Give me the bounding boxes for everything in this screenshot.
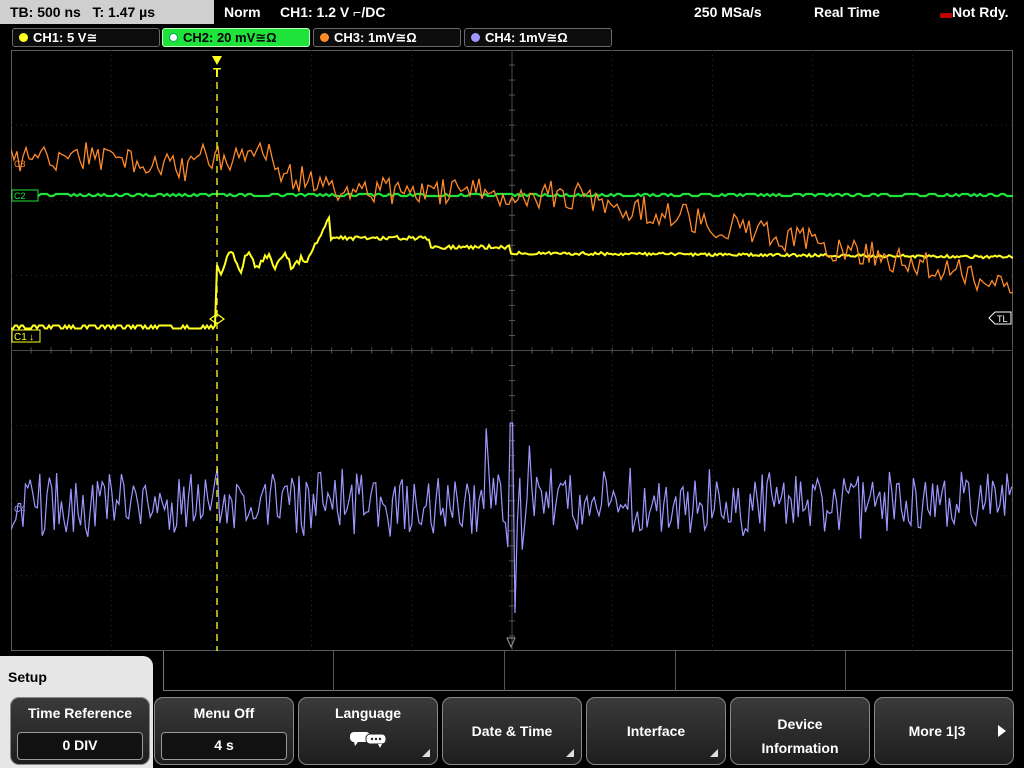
interface-label: Interface (626, 723, 686, 739)
ch2-color-dot (169, 33, 178, 43)
language-button[interactable]: Language (298, 697, 438, 765)
menu-off-label: Menu Off (193, 705, 255, 721)
acquisition-status: Not Rdy. (952, 4, 1009, 20)
ch2-marker-label: C2 (14, 191, 26, 201)
device-information-button[interactable]: Device Information (730, 697, 870, 765)
channel-tab-ch3[interactable]: CH3: 1mV≅Ω (313, 28, 461, 47)
device-information-line1: Device (777, 716, 823, 732)
ch4-marker-label: C4 (14, 504, 26, 514)
auxiliary-display-strip (163, 651, 1013, 691)
aux-divider (675, 651, 676, 691)
acquisition-mode: Real Time (814, 4, 880, 20)
language-label: Language (334, 705, 402, 721)
ch4-offset-marker[interactable]: C4 (14, 504, 26, 514)
menu-title: Setup (8, 669, 47, 685)
submenu-corner-icon (710, 749, 718, 757)
trigger-marker-label: T (213, 65, 221, 80)
channel-tab-ch4[interactable]: CH4: 1mV≅Ω (464, 28, 612, 47)
ch1-marker-label: C1 (14, 332, 27, 343)
device-information-line2: Information (761, 740, 839, 756)
timebase-readout[interactable]: TB: 500 ns T: 1.47 µs (0, 0, 214, 24)
ch3-marker-label: C3 (14, 159, 26, 169)
channel-tab-ch2[interactable]: CH2: 20 mV≅Ω (162, 28, 310, 47)
date-time-button[interactable]: Date & Time (442, 697, 582, 765)
waveform-display[interactable]: T C1 ↓ C2 C3 C4 TL (11, 50, 1013, 651)
ch1-offset-marker[interactable]: C1 ↓ (11, 329, 41, 343)
more-button[interactable]: More 1|3 (874, 697, 1014, 765)
trigger-source[interactable]: CH1: 1.2 V ⌐/DC (280, 0, 385, 24)
menu-off-button[interactable]: Menu Off 4 s (154, 697, 294, 765)
trigger-level-label: TL (997, 314, 1008, 324)
aux-divider (845, 651, 846, 691)
menu-off-value: 4 s (161, 732, 287, 760)
ch3-color-dot (320, 33, 329, 43)
date-time-label: Date & Time (471, 723, 553, 739)
ch2-offset-marker[interactable]: C2 (11, 189, 39, 202)
ch1-label: CH1: 5 V≅ (33, 30, 98, 45)
ch2-label: CH2: 20 mV≅Ω (183, 30, 277, 45)
ch1-color-dot (19, 33, 28, 43)
submenu-corner-icon (422, 749, 430, 757)
time-reference-value: 0 DIV (17, 732, 143, 760)
ch3-offset-marker[interactable]: C3 (14, 159, 26, 169)
ch3-label: CH3: 1mV≅Ω (334, 30, 417, 45)
timebase-value: TB: 500 ns (10, 4, 81, 20)
status-indicator (940, 13, 952, 18)
aux-divider (504, 651, 505, 691)
ch4-color-dot (471, 33, 480, 43)
sample-rate: 250 MSa/s (694, 4, 762, 20)
speech-bubbles-icon (350, 732, 387, 748)
submenu-corner-icon (566, 749, 574, 757)
trigger-mode[interactable]: Norm (224, 0, 261, 24)
interface-button[interactable]: Interface (586, 697, 726, 765)
time-reference-label: Time Reference (27, 705, 132, 721)
ch4-label: CH4: 1mV≅Ω (485, 30, 568, 45)
channel-tab-ch1[interactable]: CH1: 5 V≅ (12, 28, 160, 47)
right-arrow-icon (998, 725, 1006, 737)
time-reference-button[interactable]: Time Reference 0 DIV (10, 697, 150, 765)
svg-text:↓: ↓ (29, 332, 34, 343)
aux-divider (333, 651, 334, 691)
trigger-time-value: T: 1.47 µs (92, 4, 156, 20)
more-label: More 1|3 (908, 723, 966, 739)
